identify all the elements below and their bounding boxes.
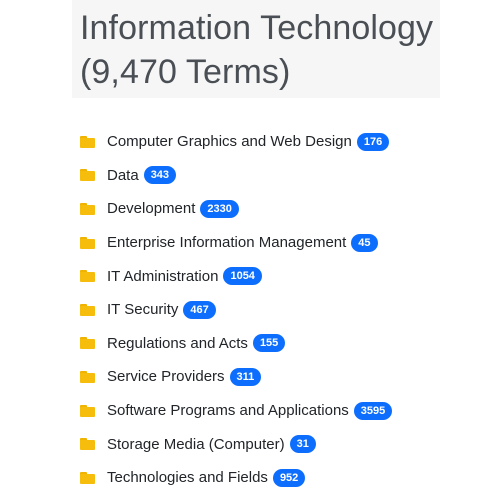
term-count-badge: 1054 <box>223 267 262 286</box>
folder-icon <box>80 236 95 249</box>
category-item-computer-graphics[interactable]: Computer Graphics and Web Design 176 <box>80 125 392 159</box>
term-count-badge: 2330 <box>200 199 239 218</box>
category-link[interactable]: Service Providers <box>107 368 225 385</box>
page-title-name: Information Technology <box>80 9 434 47</box>
folder-icon <box>80 438 95 451</box>
page: Information Technology (9,470 Terms) Com… <box>0 0 500 500</box>
category-item-enterprise-information-management[interactable]: Enterprise Information Management 45 <box>80 226 392 260</box>
folder-icon <box>80 202 95 215</box>
category-item-software-programs[interactable]: Software Programs and Applications 3595 <box>80 394 393 428</box>
category-link[interactable]: Software Programs and Applications <box>107 402 349 419</box>
term-count-badge: 31 <box>289 435 316 454</box>
term-count-badge: 3595 <box>353 401 393 420</box>
folder-icon <box>80 471 95 484</box>
category-item-technologies-and-fields[interactable]: Technologies and Fields 952 <box>80 461 392 495</box>
folder-icon <box>80 303 95 316</box>
term-count-badge: 311 <box>229 367 262 386</box>
category-item-data[interactable]: Data 343 <box>80 159 392 193</box>
folder-icon <box>80 370 95 383</box>
term-count-badge: 176 <box>356 132 390 151</box>
category-item-regulations-and-acts[interactable]: Regulations and Acts 155 <box>80 327 392 361</box>
category-link[interactable]: Data <box>107 167 139 184</box>
term-count-badge: 155 <box>252 334 286 353</box>
term-count-badge: 952 <box>272 468 306 487</box>
category-link[interactable]: Regulations and Acts <box>107 335 248 352</box>
category-list: Computer Graphics and Web Design 176 Dat… <box>80 125 393 495</box>
folder-icon <box>80 135 95 148</box>
category-link[interactable]: Storage Media (Computer) <box>107 436 285 453</box>
category-link[interactable]: IT Administration <box>107 268 218 285</box>
folder-icon <box>80 270 95 283</box>
category-item-storage-media[interactable]: Storage Media (Computer) 31 <box>80 427 392 461</box>
category-item-it-administration[interactable]: IT Administration 1054 <box>80 259 392 293</box>
page-header: Information Technology (9,470 Terms) <box>72 0 440 98</box>
category-link[interactable]: Enterprise Information Management <box>107 234 346 251</box>
category-link[interactable]: IT Security <box>107 301 178 318</box>
category-item-it-security[interactable]: IT Security 467 <box>80 293 392 327</box>
term-count-badge: 343 <box>143 166 177 185</box>
category-link[interactable]: Development <box>107 200 195 217</box>
term-count-badge: 45 <box>351 233 378 252</box>
category-item-development[interactable]: Development 2330 <box>80 192 392 226</box>
category-link[interactable]: Technologies and Fields <box>107 469 268 486</box>
category-item-service-providers[interactable]: Service Providers 311 <box>80 360 392 394</box>
folder-icon <box>80 169 95 182</box>
folder-icon <box>80 404 95 417</box>
term-count-badge: 467 <box>183 300 216 319</box>
category-link[interactable]: Computer Graphics and Web Design <box>107 133 352 150</box>
folder-icon <box>80 337 95 350</box>
page-title-count: (9,470 Terms) <box>80 53 291 91</box>
page-title: Information Technology (9,470 Terms) <box>80 6 440 94</box>
